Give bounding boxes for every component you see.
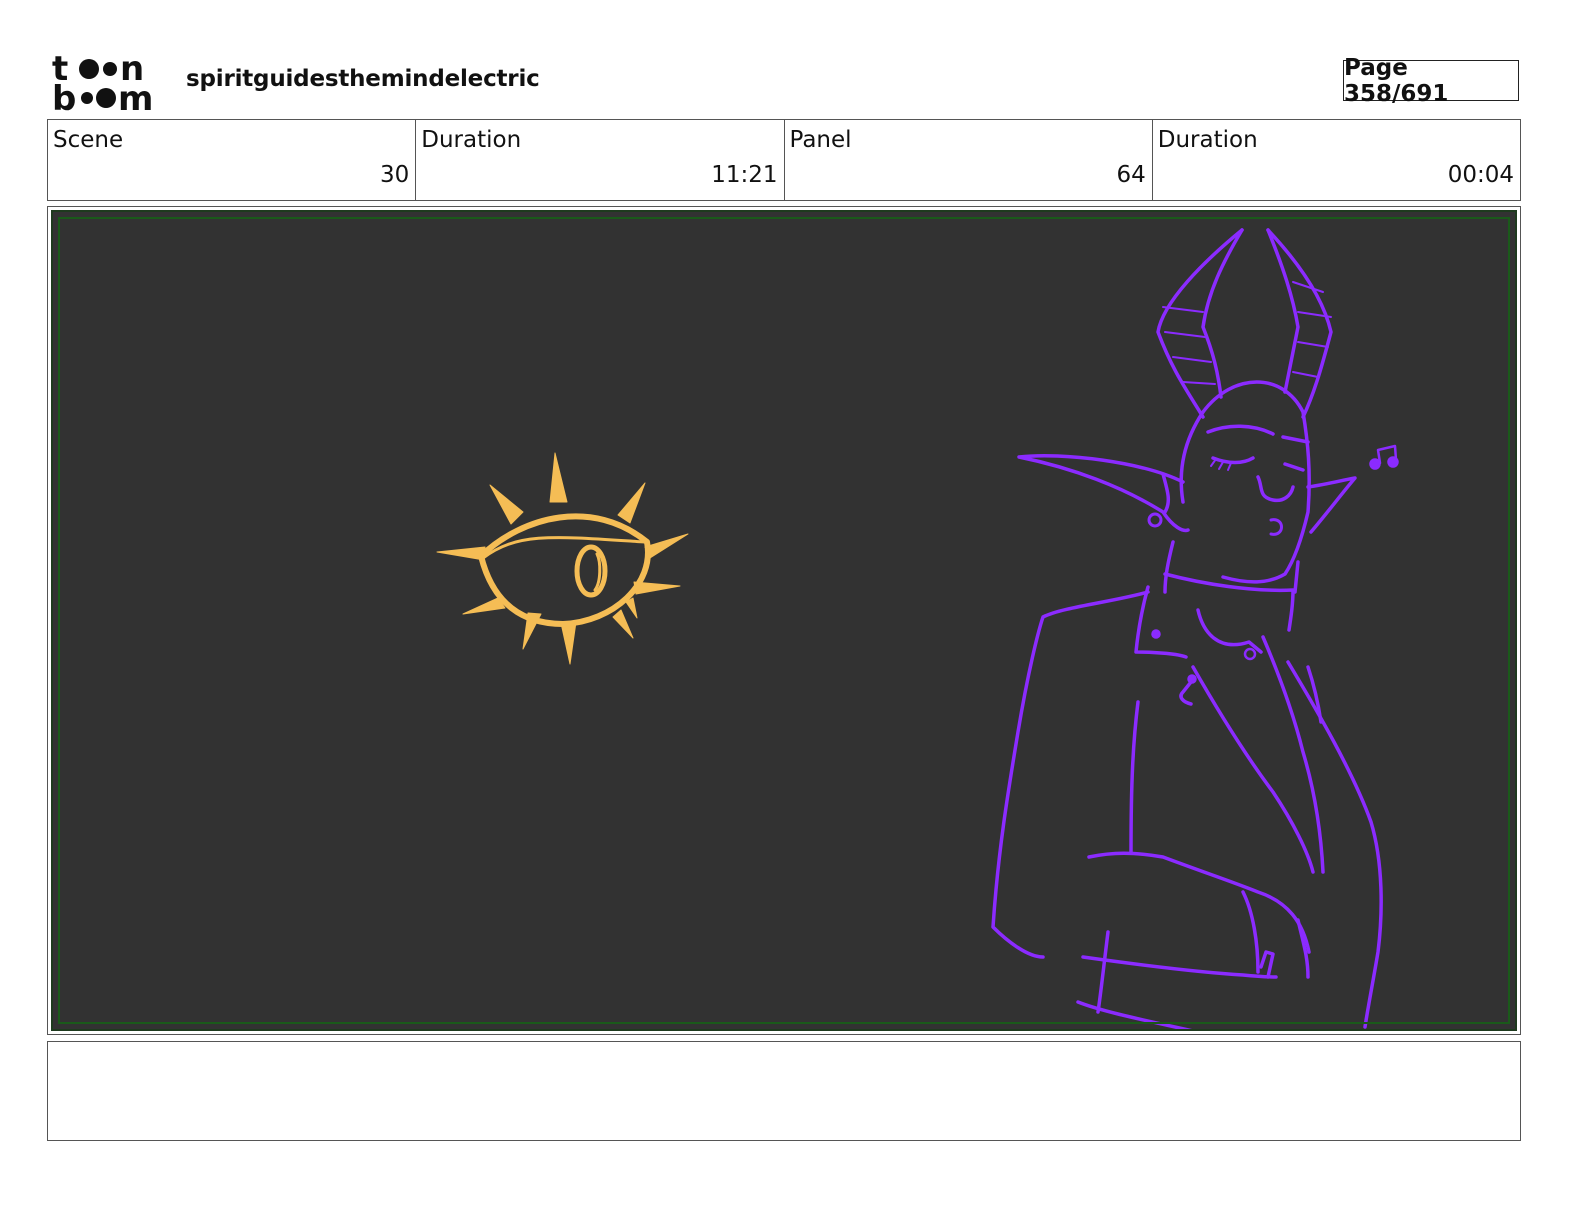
panel-cell: Panel 64 [785,120,1153,200]
scene-cell: Scene 30 [48,120,417,200]
panel-label: Panel [789,127,852,153]
sun-eye-drawing [436,452,689,665]
scene-value: 30 [379,162,410,188]
scene-label: Scene [53,127,124,153]
panel-duration-cell: Duration 00:04 [1153,120,1520,200]
panel-duration-value: 00:04 [1447,162,1514,188]
character-drawing [991,228,1399,1029]
storyboard-panel-frame [47,206,1521,1035]
panel-value: 64 [1116,162,1146,188]
toon-boom-logo: t n b m [52,49,164,119]
project-title: spiritguidesthemindelectric [186,66,540,92]
panel-drawing [436,228,1399,1029]
svg-text:m: m [118,79,153,112]
storyboard-panel-image [51,210,1517,1031]
scene-duration-cell: Duration 11:21 [416,120,785,200]
panel-info-table: Scene 30 Duration 11:21 Panel 64 Duratio… [47,119,1521,201]
page-indicator: Page 358/691 [1343,55,1519,107]
svg-text:b: b [52,79,76,112]
page-label: Page 358/691 [1344,54,1449,107]
scene-duration-value: 11:21 [711,162,778,188]
scene-duration-label: Duration [421,127,522,153]
panel-notes-box [47,1041,1521,1141]
panel-duration-label: Duration [1157,127,1258,153]
